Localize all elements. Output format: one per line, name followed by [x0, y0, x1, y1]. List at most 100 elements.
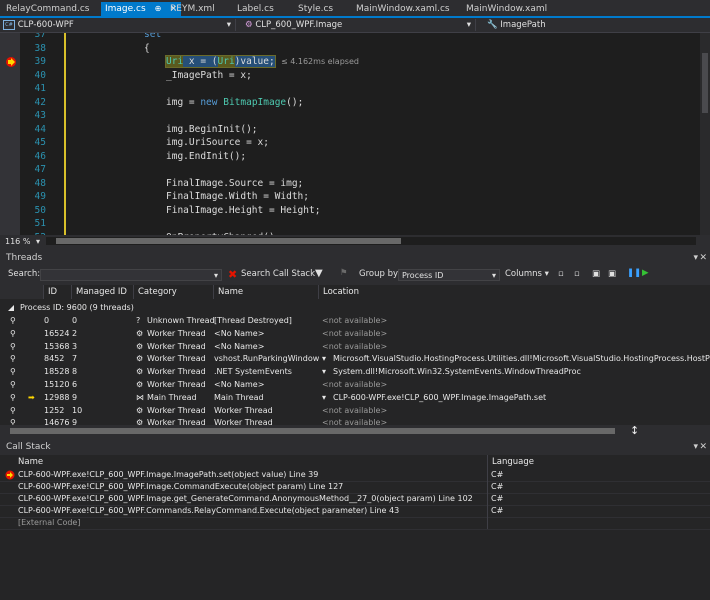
pin-icon[interactable]: ⊕: [155, 4, 162, 13]
code-line[interactable]: Uri x = (Uri)value;: [165, 55, 276, 68]
breakpoint-margin[interactable]: [0, 33, 20, 235]
code-line[interactable]: img.BeginInit();: [166, 124, 258, 135]
thread-id: 8452: [44, 354, 65, 364]
close-icon[interactable]: ✕: [699, 440, 707, 454]
thread-flag-icon[interactable]: ⚲: [10, 405, 16, 417]
line-number: 40: [34, 69, 46, 81]
expand-stack-icon[interactable]: ▾: [322, 392, 326, 404]
code-editor[interactable]: 37 set 38 {39 Uri x = (Uri)value; 40 _ImagePat…: [0, 33, 710, 235]
managed-id: 2: [72, 328, 78, 338]
zoom-dropdown[interactable]: 116 % ▾: [2, 236, 42, 248]
thread-name: Worker Thread: [214, 405, 273, 415]
vertical-scrollbar[interactable]: [700, 33, 710, 235]
thread-flag-icon[interactable]: ⚲: [10, 328, 16, 340]
thread-row[interactable]: ⚲ 14676 9 ⚙ Worker Thread Worker Thread <not a…: [0, 417, 710, 425]
thread-row[interactable]: ⚲ ➡ 12988 9 ⋈ Main Thread Main Thread ▾ CLP-600-…: [0, 392, 710, 404]
class-dropdown[interactable]: ⚙ CLP_600_WPF.Image ▾: [245, 19, 476, 31]
scrollbar-thumb[interactable]: [10, 428, 615, 434]
thread-flag-icon[interactable]: ⚲: [10, 353, 16, 365]
thread-flag-icon[interactable]: ⚲: [10, 379, 16, 391]
callstack-row[interactable]: [External Code]: [0, 517, 710, 530]
tab-image-cs[interactable]: Image.cs ⊕ ✕: [101, 2, 181, 16]
line-number: 50: [34, 204, 46, 216]
column-id[interactable]: ID: [44, 285, 72, 299]
managed-id: 9: [72, 418, 78, 425]
dropdown-arrow-icon[interactable]: ▾: [693, 251, 698, 265]
member-dropdown[interactable]: 🔧 ImagePath: [487, 19, 707, 31]
column-name[interactable]: Name: [0, 455, 488, 469]
column-separator: [487, 505, 488, 517]
thread-row[interactable]: ⚲ 18528 8 ⚙ Worker Thread .NET SystemEvents ▾ S…: [0, 366, 710, 378]
group-by-dropdown[interactable]: Process ID ▾: [398, 269, 500, 281]
column-language[interactable]: Language: [488, 455, 710, 469]
panel-title: Call Stack: [6, 442, 51, 452]
worker-thread-icon: ⚙: [136, 328, 144, 338]
columns-button[interactable]: Columns ▾: [505, 269, 549, 279]
search-input[interactable]: ▾: [40, 269, 222, 281]
filter-icon[interactable]: ▼: [315, 268, 323, 279]
thread-flag-icon[interactable]: ⚲: [10, 341, 16, 353]
column-flag[interactable]: [0, 285, 44, 299]
column-category[interactable]: Category: [134, 285, 214, 299]
project-dropdown[interactable]: C# CLP-600-WPF ▾: [3, 19, 236, 31]
code-line[interactable]: {: [144, 43, 150, 54]
scrollbar-thumb[interactable]: [56, 238, 401, 244]
expand-groups-icon[interactable]: ▫: [558, 269, 564, 279]
document-tab-bar: RelayCommand.cs Image.cs ⊕ ✕ REYM.xml La…: [0, 0, 710, 18]
breakpoint-current-icon[interactable]: [5, 56, 17, 68]
worker-thread-icon: ⚙: [136, 380, 144, 389]
thread-row[interactable]: ⚲ 1252 10 ⚙ Worker Thread Worker Thread <not a…: [0, 405, 710, 417]
line-number: 45: [34, 137, 46, 148]
search-call-stack-toggle[interactable]: Search Call Stack: [241, 269, 315, 279]
expand-stack-icon[interactable]: ▾: [322, 366, 326, 378]
thread-category: Main Thread: [147, 392, 197, 402]
process-group-row[interactable]: ◢ Process ID: 9600 (9 threads): [0, 302, 710, 314]
thread-id: 12988: [44, 392, 70, 402]
code-line[interactable]: _ImagePath = x;: [166, 70, 252, 81]
pause-icon[interactable]: ❚❚: [627, 268, 641, 278]
flag-icon[interactable]: ⚑: [340, 268, 348, 278]
column-location[interactable]: Location: [319, 285, 710, 299]
thread-flag-icon[interactable]: ⚲: [10, 366, 16, 378]
zoom-level: 116 %: [5, 237, 31, 246]
code-line[interactable]: FinalImage.Height = Height;: [166, 205, 320, 216]
tab-reym-xml[interactable]: REYM.xml: [170, 2, 215, 16]
thread-flag-icon[interactable]: ⚲: [10, 417, 16, 425]
tab-style-cs[interactable]: Style.cs: [298, 2, 333, 16]
play-icon[interactable]: ▶: [642, 268, 649, 278]
thread-row[interactable]: ⚲ 0 0? Unknown Thread [Thread Destroyed] <not…: [0, 315, 710, 327]
scrollbar-thumb[interactable]: [702, 53, 708, 113]
thread-row[interactable]: ⚲ 8452 7 ⚙ Worker Thread vshost.RunParkingWin…: [0, 353, 710, 365]
thread-row[interactable]: ⚲ 15368 3 ⚙ Worker Thread <No Name> <not avail…: [0, 341, 710, 353]
resize-cursor-icon: ↕: [630, 424, 640, 437]
close-icon[interactable]: ✕: [699, 251, 707, 265]
code-line[interactable]: img.EndInit();: [166, 151, 246, 162]
code-line[interactable]: FinalImage.Source = img;: [166, 178, 303, 189]
tab-mainwindow-xaml-cs[interactable]: MainWindow.xaml.cs: [356, 2, 450, 16]
horizontal-scrollbar[interactable]: [46, 237, 696, 245]
column-name[interactable]: Name: [214, 285, 319, 299]
thread-row[interactable]: ⚲ 16524 2 ⚙ Worker Thread <No Name> <not avail…: [0, 328, 710, 340]
expand-stack-icon[interactable]: ▾: [322, 353, 326, 365]
tab-label-cs[interactable]: Label.cs: [237, 2, 274, 16]
thread-flag-icon[interactable]: ⚲: [10, 392, 16, 404]
code-line[interactable]: set: [144, 33, 161, 40]
code-line[interactable]: FinalImage.Width = Width;: [166, 191, 309, 202]
collapse-arrow-icon[interactable]: ◢: [8, 302, 14, 314]
thread-flag-icon[interactable]: ⚲: [10, 315, 16, 327]
tab-mainwindow-xaml[interactable]: MainWindow.xaml: [466, 2, 547, 16]
collapse-groups-icon[interactable]: ▫: [574, 269, 580, 279]
clear-search-icon[interactable]: ✖: [228, 268, 237, 281]
current-thread-arrow-icon: ➡: [28, 392, 35, 402]
thread-row[interactable]: ⚲ 15120 6 ⚙ Worker Thread <No Name> <not avail…: [0, 379, 710, 391]
code-line[interactable]: img.UriSource = x;: [166, 137, 269, 148]
tab-relaycommand[interactable]: RelayCommand.cs: [6, 2, 89, 16]
column-managed-id[interactable]: Managed ID: [72, 285, 134, 299]
code-line[interactable]: img = new BitmapImage();: [166, 97, 303, 108]
thread-id: 15120: [44, 380, 70, 389]
chevron-down-icon: ▾: [491, 271, 496, 280]
dropdown-arrow-icon[interactable]: ▾: [693, 440, 698, 454]
threads-horizontal-scrollbar[interactable]: ↕: [0, 424, 710, 437]
thaw-threads-icon[interactable]: ▣: [608, 269, 616, 279]
freeze-threads-icon[interactable]: ▣: [592, 269, 600, 279]
